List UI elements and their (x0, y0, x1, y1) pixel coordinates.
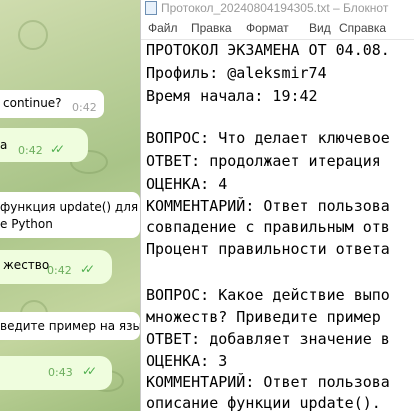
message-text-line2: e Python (0, 217, 53, 231)
chat-background: continue? 0:42 a 0:42 ✓✓ функция update(… (0, 0, 140, 411)
message-text: continue? (3, 96, 62, 110)
chat-message-incoming[interactable]: continue? 0:42 (0, 90, 104, 118)
text-line: совпадение с правильным отв (146, 218, 390, 236)
text-line: ВОПРОС: Что делает ключевое (146, 129, 390, 147)
text-line: Время начала: 19:42 (146, 87, 318, 105)
read-checkmarks-icon: ✓✓ (50, 142, 65, 156)
chat-message-outgoing[interactable]: 0:43 ✓✓ (0, 356, 112, 390)
message-time: 0:42 (18, 144, 43, 157)
menu-format[interactable]: Формат (246, 21, 289, 35)
text-line: Профиль: @aleksmir74 (146, 64, 327, 82)
text-line: ОЦЕНКА: 4 (146, 175, 228, 193)
message-time: 0:43 (48, 366, 73, 379)
title-bar[interactable]: Протокол_20240804194305.txt – Блокнот (141, 0, 414, 18)
chat-message-incoming[interactable]: ведите пример на языке (0, 312, 140, 340)
background-doodle (18, 20, 48, 50)
message-text: ведите пример на языке (0, 319, 140, 333)
text-line: ОТВЕТ: продолжает итерация (146, 152, 381, 170)
read-checkmarks-icon: ✓✓ (80, 262, 95, 276)
window-title: Протокол_20240804194305.txt – Блокнот (161, 1, 389, 15)
notepad-icon (145, 1, 157, 15)
text-line: ОТВЕТ: добавляет значение в (146, 330, 390, 348)
text-line: описание функции update(). (146, 394, 381, 411)
message-text: a (0, 138, 8, 152)
text-line: ВОПРОС: Какое действие выпо (146, 286, 390, 304)
menu-edit[interactable]: Правка (191, 21, 232, 35)
text-editor[interactable]: ПРОТОКОЛ ЭКЗАМЕНА ОТ 04.08. Профиль: @al… (141, 40, 414, 411)
menu-file[interactable]: Файл (148, 21, 178, 35)
text-line: Процент правильности ответа (146, 240, 390, 258)
text-line: КОММЕНТАРИЙ: Ответ пользова (146, 373, 390, 391)
text-line: КОММЕНТАРИЙ: Ответ пользова (146, 197, 390, 215)
message-text: функция update() для м (0, 200, 140, 214)
text-line: множеств? Приведите пример (146, 308, 381, 326)
chat-message-incoming[interactable]: функция update() для м e Python (0, 192, 140, 238)
menu-help[interactable]: Справка (339, 21, 386, 35)
text-line: ПРОТОКОЛ ЭКЗАМЕНА ОТ 04.08. (146, 41, 390, 59)
menu-bar: Файл Правка Формат Вид Справка (141, 18, 414, 39)
menu-view[interactable]: Вид (309, 21, 331, 35)
message-text: жество (3, 258, 50, 272)
chat-message-outgoing[interactable]: a 0:42 ✓✓ (0, 128, 88, 162)
message-time: 0:42 (72, 101, 97, 114)
notepad-window: Протокол_20240804194305.txt – Блокнот Фа… (140, 0, 414, 411)
text-line: ОЦЕНКА: 3 (146, 352, 228, 370)
message-time: 0:42 (47, 264, 72, 277)
chat-message-outgoing[interactable]: жество 0:42 ✓✓ (0, 250, 112, 284)
read-checkmarks-icon: ✓✓ (82, 364, 97, 378)
